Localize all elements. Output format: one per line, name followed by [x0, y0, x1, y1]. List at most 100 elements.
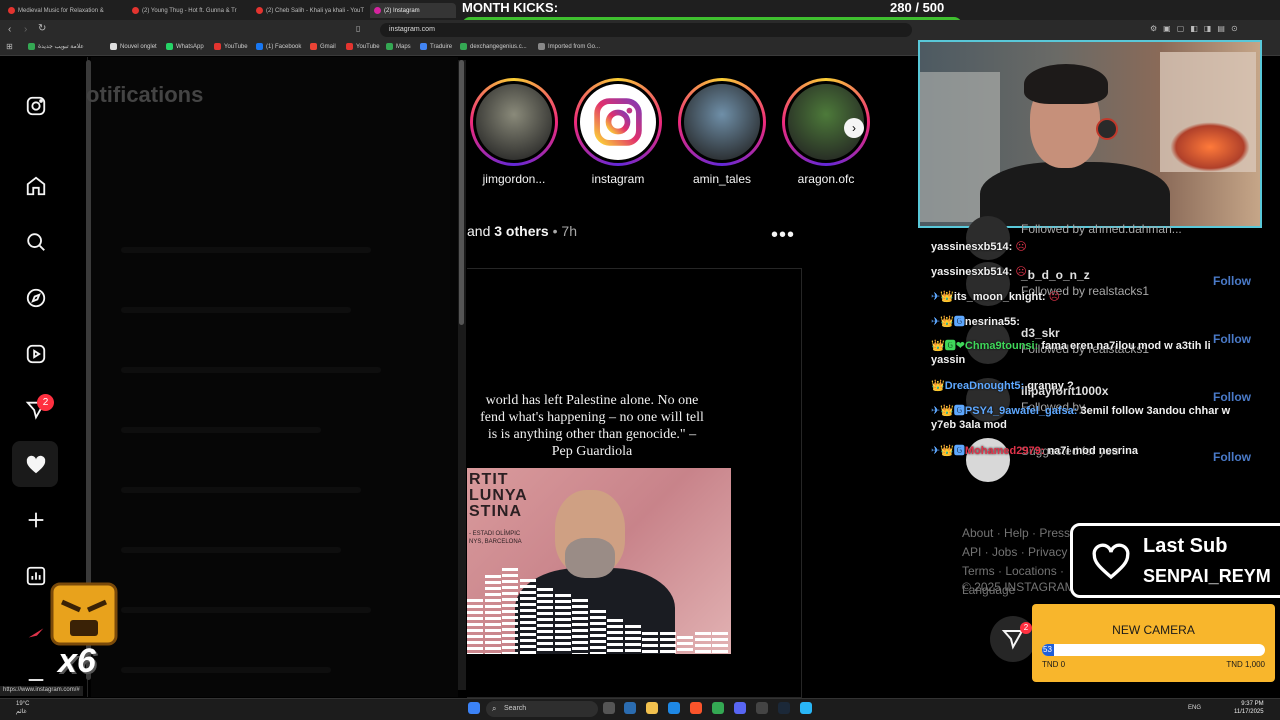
tab-title: (2) Cheb Salih - Khali ya khali - YouT	[266, 7, 364, 14]
chat-message-part: Chma9tounsi:	[964, 340, 1039, 352]
bookmark-icon	[28, 43, 35, 50]
bookmark-icon	[386, 43, 393, 50]
messages-fab-badge: 2	[1020, 622, 1032, 634]
bookmark-label: (1) Facebook	[266, 43, 302, 50]
home-icon[interactable]	[24, 174, 48, 198]
forward-icon[interactable]: ›	[24, 24, 27, 35]
edge-icon[interactable]	[668, 702, 680, 714]
search-icon[interactable]	[24, 230, 48, 254]
chat-message-part: nesrina55:	[964, 316, 1020, 328]
equalizer-bar	[712, 632, 728, 654]
story-avatar	[476, 84, 552, 160]
kicks-separator: /	[915, 0, 919, 15]
bookmark-label: WhatsApp	[176, 43, 204, 50]
bookmark-icon	[166, 43, 173, 50]
bookmark-item[interactable]: Nouvel onglet	[110, 43, 157, 50]
language-indicator[interactable]: ENG	[1188, 705, 1201, 711]
bookmark-label: Nouvel onglet	[120, 43, 157, 50]
equalizer-bar	[502, 568, 518, 654]
equalizer-bar	[607, 618, 623, 654]
bookmark-item[interactable]: Maps	[386, 43, 411, 50]
camera-goal-bar: 53	[1042, 644, 1265, 656]
post-header-others[interactable]: 3 others	[494, 223, 548, 239]
story-ring	[574, 78, 662, 166]
story-ring	[678, 78, 766, 166]
chat-message-part: ☹	[1012, 241, 1027, 253]
taskbar-clock[interactable]: 9:37 PM 11/17/2025	[1234, 700, 1264, 716]
extensions-icons[interactable]: ⚙▣▢◧◨▤⊙	[1150, 24, 1244, 33]
notifications-heart-icon[interactable]	[24, 453, 48, 477]
equalizer-bar	[554, 593, 571, 654]
create-icon[interactable]	[24, 508, 48, 532]
steam-icon[interactable]	[778, 702, 790, 714]
explore-icon[interactable]	[24, 286, 48, 310]
bookmark-icon[interactable]: ▯	[356, 24, 360, 33]
instagram-logo-icon	[594, 98, 642, 146]
post-time: 7h	[561, 223, 577, 239]
browser-tab[interactable]: (2) Young Thug - Hot ft. Gunna & Tr	[128, 3, 246, 18]
browser-tab[interactable]: (2) Cheb Salih - Khali ya khali - YouT	[252, 3, 364, 18]
bookmark-icon	[460, 43, 467, 50]
chat-message: yassinesxb514: ☹	[931, 240, 1231, 254]
bookmark-icon	[310, 43, 317, 50]
bookmark-item[interactable]: WhatsApp	[166, 43, 204, 50]
bookmark-item[interactable]: YouTube	[214, 43, 248, 50]
chat-message-part: ✈👑🅶	[931, 316, 965, 328]
month-kicks-title: MONTH KICKS:	[462, 0, 559, 15]
tab-favicon-icon	[256, 7, 263, 14]
feed-scrollbar[interactable]	[458, 60, 466, 690]
photo-beard	[565, 538, 615, 578]
equalizer-bar	[484, 574, 501, 654]
heart-icon	[1092, 543, 1130, 580]
app-icon[interactable]	[800, 702, 812, 714]
story-item[interactable]: jimgordon...	[466, 78, 562, 186]
webcam-overlay	[918, 40, 1262, 228]
post-more-options-icon[interactable]: •••	[771, 224, 795, 247]
browser-tab[interactable]: (2) Instagram	[370, 3, 456, 18]
copilot-icon[interactable]	[624, 702, 636, 714]
start-icon[interactable]	[468, 702, 480, 714]
obs-icon[interactable]	[756, 702, 768, 714]
bookmark-icon	[256, 43, 263, 50]
discord-icon[interactable]	[734, 702, 746, 714]
camera-goal-title: NEW CAMERA	[1112, 623, 1195, 637]
profile-avatar-icon[interactable]	[24, 620, 48, 644]
file-explorer-icon[interactable]	[646, 702, 658, 714]
task-view-icon[interactable]	[603, 702, 615, 714]
browser-tab[interactable]: Medieval Music for Relaxation &	[4, 3, 122, 18]
apps-icon[interactable]: ⊞	[6, 42, 13, 51]
dashboard-icon[interactable]	[24, 564, 48, 588]
chat-message-part: ☹	[1045, 291, 1061, 303]
bookmark-item[interactable]: dexchangegenius.c...	[460, 43, 527, 50]
bookmark-item[interactable]: Imported from Go...	[538, 43, 600, 50]
camera-goal-high: TND 1,000	[1226, 660, 1265, 669]
brave-icon[interactable]	[690, 702, 702, 714]
bookmark-item[interactable]: (1) Facebook	[256, 43, 301, 50]
bookmark-item[interactable]: علامة تبويب جديدة	[28, 43, 84, 50]
back-icon[interactable]: ‹	[8, 24, 11, 35]
bookmark-item[interactable]: YouTube	[346, 43, 380, 50]
tab-title: (2) Instagram	[384, 7, 420, 14]
weather-widget[interactable]: 19°C غائم	[16, 700, 29, 716]
chat-message-part: 👑	[931, 380, 945, 392]
emote-multiplier: x6	[58, 642, 96, 680]
story-username: amin_tales	[692, 172, 752, 186]
bookmark-label: YouTube	[224, 43, 248, 50]
chat-message: ✈👑🅶PSY4_9awafel_gafsa: 3emil follow 3and…	[931, 404, 1231, 432]
instagram-logo-icon[interactable]	[24, 94, 48, 118]
taskbar-search[interactable]: Search	[486, 701, 598, 717]
bookmark-item[interactable]: Gmail	[310, 43, 336, 50]
month-kicks-count: 280 / 500	[890, 0, 944, 15]
chat-message-part: PSY4_9awafel_gafsa:	[964, 405, 1078, 417]
bookmark-item[interactable]: Traduire	[420, 43, 452, 50]
reels-icon[interactable]	[24, 342, 48, 366]
headset-icon	[1096, 118, 1118, 140]
reload-icon[interactable]: ↻	[38, 23, 46, 34]
chrome-icon[interactable]	[712, 702, 724, 714]
stories-next-icon[interactable]: ›	[844, 118, 864, 138]
url-input[interactable]: instagram.com	[380, 23, 912, 37]
photo-banner-small-text: - ESTADI OLÍMPIC NYS, BARCELONA	[469, 531, 522, 545]
story-item[interactable]: instagram	[570, 78, 666, 186]
story-item[interactable]: amin_tales	[674, 78, 770, 186]
tab-title: (2) Young Thug - Hot ft. Gunna & Tr	[142, 7, 237, 14]
